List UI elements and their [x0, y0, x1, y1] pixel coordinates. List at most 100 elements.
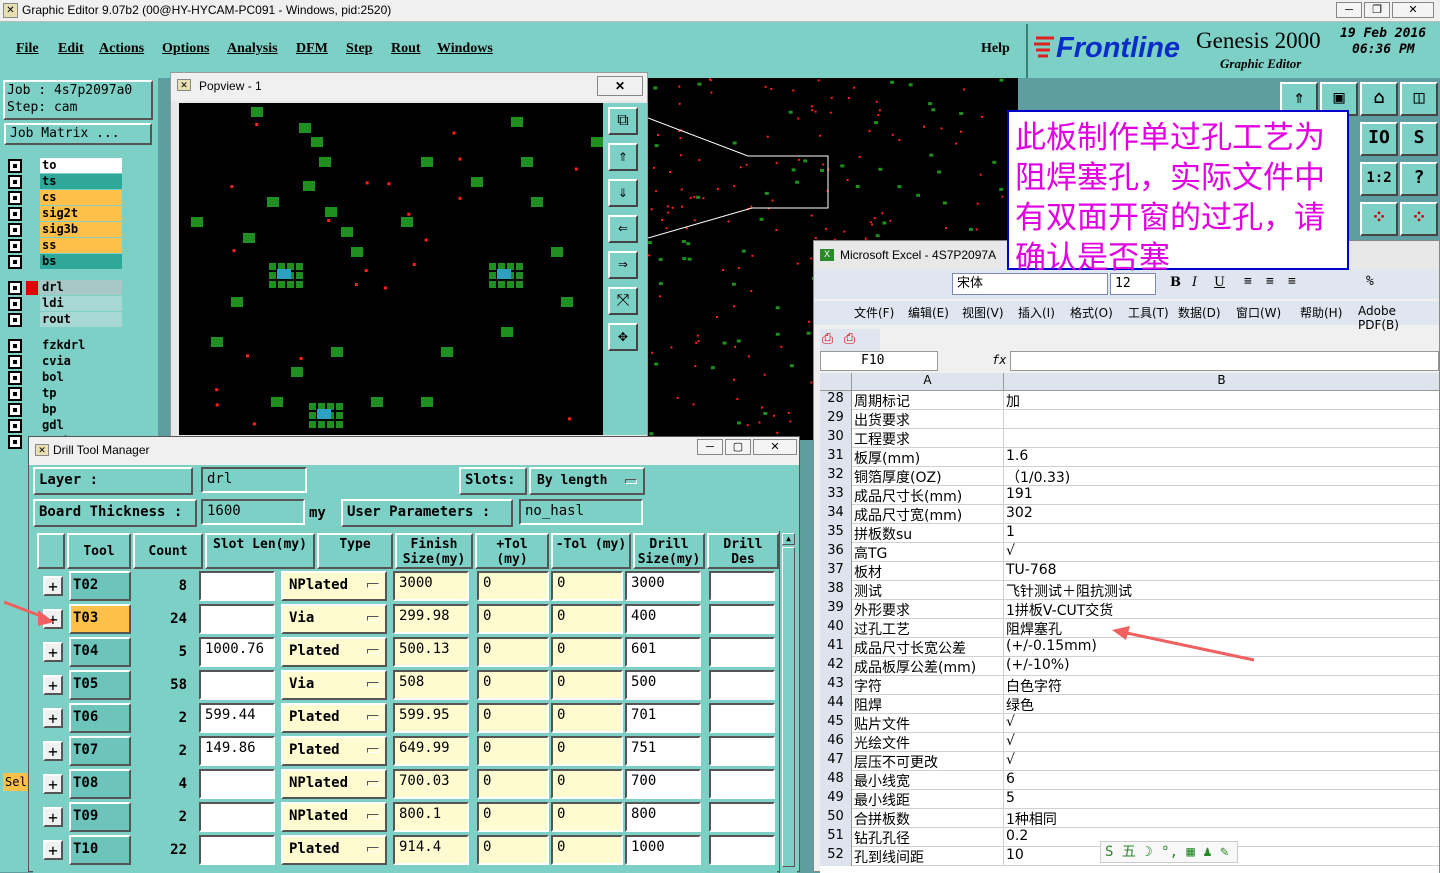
- finish-size-input[interactable]: 914.4: [393, 835, 469, 865]
- cell-b[interactable]: 6: [1006, 771, 1436, 790]
- drill-max-button[interactable]: ▢: [725, 439, 751, 455]
- layer-name[interactable]: ldi: [40, 296, 122, 311]
- cell-a[interactable]: 成品尺寸宽(mm): [854, 505, 1004, 524]
- plus-tol-input[interactable]: 0: [477, 835, 549, 865]
- sheet-row[interactable]: 50 合拼板数 1种相同: [820, 809, 1439, 828]
- type-select[interactable]: NPlated: [281, 802, 387, 832]
- drill-size-input[interactable]: 751: [625, 736, 701, 766]
- formula-bar[interactable]: [1010, 351, 1439, 371]
- cell-b[interactable]: [1006, 410, 1436, 429]
- cell-a[interactable]: 成品尺寸长(mm): [854, 486, 1004, 505]
- layer-checkbox[interactable]: [8, 281, 22, 295]
- sheet-row[interactable]: 45 贴片文件 √: [820, 714, 1439, 733]
- expand-row-button[interactable]: +: [43, 774, 63, 794]
- io-icon[interactable]: IO: [1360, 122, 1398, 156]
- scroll-thumb[interactable]: [782, 547, 795, 867]
- plus-tol-input[interactable]: 0: [477, 571, 549, 601]
- scroll-up-icon[interactable]: ▲: [782, 533, 795, 545]
- expand-row-button[interactable]: +: [43, 840, 63, 860]
- cell-a[interactable]: 板材: [854, 562, 1004, 581]
- cell-a[interactable]: 字符: [854, 676, 1004, 695]
- layer-row-fzkdrl[interactable]: fzkdrl: [8, 338, 124, 353]
- layer-name[interactable]: ts: [40, 174, 122, 189]
- user-params-input[interactable]: no_hasl: [519, 499, 643, 525]
- thickness-input[interactable]: 1600: [201, 499, 305, 525]
- layer-checkbox[interactable]: [8, 313, 22, 327]
- layer-input[interactable]: drl: [201, 467, 307, 493]
- excel-menu-item[interactable]: 文件(F): [854, 304, 894, 321]
- minus-tol-input[interactable]: 0: [551, 703, 623, 733]
- drill-size-input[interactable]: 601: [625, 637, 701, 667]
- col-a-header[interactable]: A: [852, 373, 1004, 391]
- excel-menu-item[interactable]: Adobe PDF(B): [1358, 304, 1439, 332]
- row-number[interactable]: 40: [820, 619, 852, 638]
- minus-tol-input[interactable]: 0: [551, 802, 623, 832]
- italic-button[interactable]: I: [1192, 275, 1197, 290]
- layer-name[interactable]: cvia: [40, 354, 122, 369]
- layer-checkbox[interactable]: [8, 419, 22, 433]
- cell-a[interactable]: 板厚(mm): [854, 448, 1004, 467]
- menu-rout[interactable]: Rout: [391, 41, 421, 57]
- finish-size-input[interactable]: 3000: [393, 571, 469, 601]
- cell-a[interactable]: 铜箔厚度(OZ): [854, 467, 1004, 486]
- menu-file[interactable]: File: [16, 41, 39, 57]
- excel-menu-item[interactable]: 窗口(W): [1236, 304, 1281, 321]
- sheet-row[interactable]: 28 周期标记加: [820, 391, 1439, 410]
- excel-menu-item[interactable]: 格式(O): [1070, 304, 1113, 321]
- drill-close-button[interactable]: ✕: [753, 439, 797, 455]
- row-number[interactable]: 50: [820, 809, 852, 828]
- slot-length-input[interactable]: [199, 802, 275, 832]
- layer-row-sig3b[interactable]: sig3b: [8, 222, 124, 237]
- drill-des-input[interactable]: [709, 703, 775, 733]
- cell-b[interactable]: √: [1006, 752, 1436, 771]
- layer-name[interactable]: bp: [40, 402, 122, 417]
- drill-des-input[interactable]: [709, 670, 775, 700]
- cell-a[interactable]: 层压不可更改: [854, 752, 1004, 771]
- drill-size-input[interactable]: 701: [625, 703, 701, 733]
- row-number[interactable]: 30: [820, 429, 852, 448]
- cell-a[interactable]: 光绘文件: [854, 733, 1004, 752]
- minus-tol-input[interactable]: 0: [551, 835, 623, 865]
- layer-name[interactable]: rout: [40, 312, 122, 327]
- layer-checkbox[interactable]: [8, 339, 22, 353]
- sheet-row[interactable]: 31 板厚(mm) 1.6: [820, 448, 1439, 467]
- row-number[interactable]: 43: [820, 676, 852, 695]
- sheet-row[interactable]: 34 成品尺寸宽(mm) 302: [820, 505, 1439, 524]
- cell-b[interactable]: 白色字符: [1006, 676, 1436, 695]
- finish-size-input[interactable]: 599.95: [393, 703, 469, 733]
- plus-tol-input[interactable]: 0: [477, 670, 549, 700]
- layer-color2-icon[interactable]: ⁘: [1400, 202, 1438, 236]
- minus-tol-input[interactable]: 0: [551, 670, 623, 700]
- menu-windows[interactable]: Windows: [437, 41, 493, 57]
- cell-b[interactable]: 飞针测试＋阻抗测试: [1006, 581, 1436, 600]
- sheet-row[interactable]: 43 字符 白色字符: [820, 676, 1439, 695]
- cell-b[interactable]: 302: [1006, 505, 1436, 524]
- drill-des-input[interactable]: [709, 835, 775, 865]
- cell-b[interactable]: [1006, 429, 1436, 448]
- row-number[interactable]: 33: [820, 486, 852, 505]
- slot-length-input[interactable]: [199, 769, 275, 799]
- drill-des-input[interactable]: [709, 637, 775, 667]
- tool-id[interactable]: T10: [69, 835, 131, 865]
- layer-name[interactable]: fzkdrl: [40, 338, 122, 353]
- cell-b[interactable]: 加: [1006, 391, 1436, 410]
- row-number[interactable]: 38: [820, 581, 852, 600]
- cell-b[interactable]: 1: [1006, 524, 1436, 543]
- slot-length-input[interactable]: 599.44: [199, 703, 275, 733]
- drill-size-input[interactable]: 800: [625, 802, 701, 832]
- layer-name[interactable]: tp: [40, 386, 122, 401]
- row-number[interactable]: 45: [820, 714, 852, 733]
- layer-checkbox[interactable]: [8, 355, 22, 369]
- view-zoom-icon[interactable]: ⧉: [608, 107, 638, 135]
- help-menu[interactable]: Help: [981, 41, 1010, 57]
- layer-row-rout[interactable]: rout: [8, 312, 124, 327]
- layer-row-tp[interactable]: tp: [8, 386, 124, 401]
- finish-size-input[interactable]: 800.1: [393, 802, 469, 832]
- help-icon[interactable]: ?: [1400, 162, 1438, 196]
- maximize-button[interactable]: ❐: [1364, 2, 1390, 18]
- slot-length-input[interactable]: 149.86: [199, 736, 275, 766]
- layer-name[interactable]: ss: [40, 238, 122, 253]
- cell-a[interactable]: 成品尺寸长宽公差: [854, 638, 1004, 657]
- tool-id[interactable]: T03: [69, 604, 131, 634]
- pdf2-icon[interactable]: ⎙: [844, 331, 855, 347]
